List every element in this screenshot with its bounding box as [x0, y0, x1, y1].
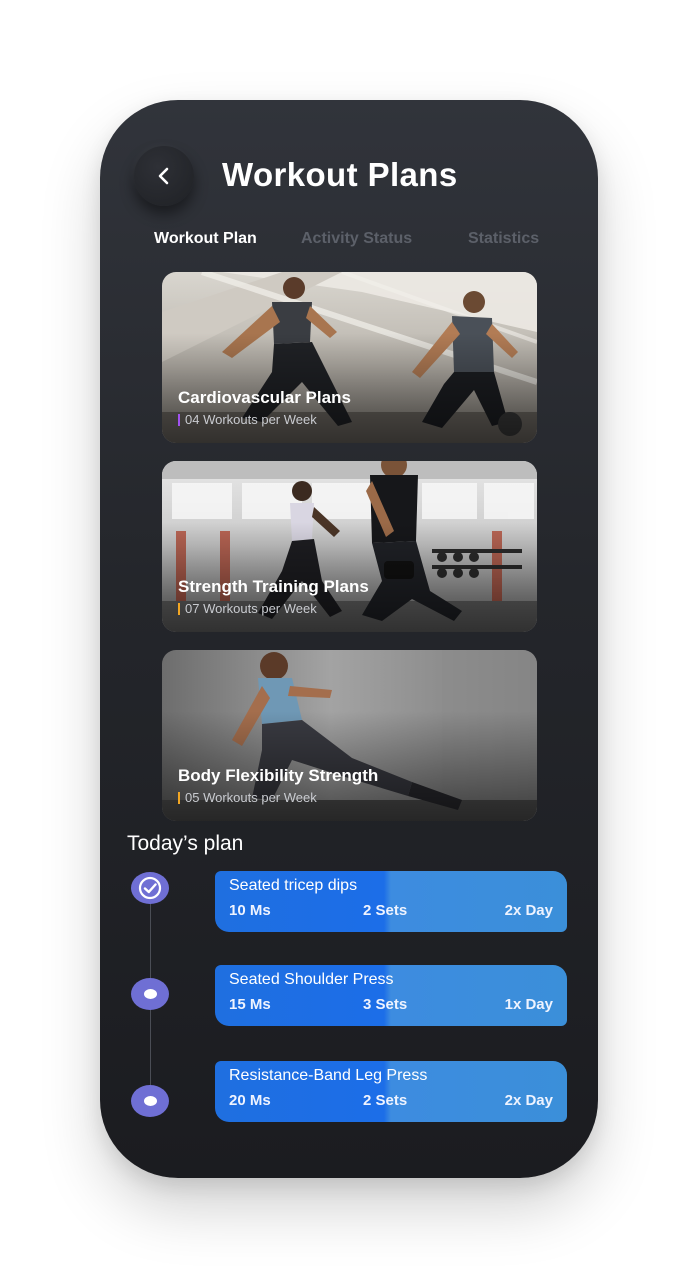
plan-card-cardiovascular[interactable]: Cardiovascular Plans 04 Workouts per Wee… [162, 272, 537, 443]
plan-title: Body Flexibility Strength [178, 766, 379, 785]
timeline-node-done[interactable] [131, 872, 169, 904]
exercise-sets: 2 Sets [363, 1092, 408, 1109]
back-button[interactable] [134, 146, 194, 206]
plan-title: Cardiovascular Plans [178, 388, 351, 407]
tab-statistics[interactable]: Statistics [468, 230, 539, 248]
plan-accent-bar [178, 413, 180, 426]
plan-frequency-text: 07 Workouts per Week [185, 601, 317, 616]
plan-title: Strength Training Plans [178, 577, 369, 596]
plan-card-flexibility[interactable]: Body Flexibility Strength 05 Workouts pe… [162, 650, 537, 821]
todays-plan-heading: Today’s plan [127, 832, 244, 855]
exercise-duration: 20 Ms [229, 1092, 271, 1109]
phone-frame: Workout Plans Workout Plan Activity Stat… [100, 100, 598, 1178]
plan-frequency: 07 Workouts per Week [178, 601, 317, 616]
timeline-node-pending[interactable] [131, 1085, 169, 1117]
exercise-frequency: 2x Day [504, 902, 553, 919]
exercise-name: Resistance-Band Leg Press [229, 1067, 428, 1084]
exercise-card[interactable]: Seated tricep dips 10 Ms 2 Sets 2x Day [215, 871, 567, 932]
exercise-card[interactable]: Seated Shoulder Press 15 Ms 3 Sets 1x Da… [215, 965, 567, 1026]
plan-frequency-text: 04 Workouts per Week [185, 412, 317, 427]
plan-accent-bar [178, 791, 180, 804]
tab-workout-plan[interactable]: Workout Plan [154, 230, 257, 248]
plan-card-strength[interactable]: Strength Training Plans 07 Workouts per … [162, 461, 537, 632]
exercise-sets: 2 Sets [363, 902, 408, 919]
tab-activity-status[interactable]: Activity Status [301, 230, 412, 248]
exercise-duration: 10 Ms [229, 902, 271, 919]
exercise-duration: 15 Ms [229, 996, 271, 1013]
chevron-left-icon [158, 167, 169, 185]
exercise-frequency: 1x Day [504, 996, 553, 1013]
check-circle-icon [138, 876, 162, 900]
exercise-name: Seated Shoulder Press [229, 971, 394, 988]
plan-accent-bar [178, 602, 180, 615]
dot-icon [143, 1096, 157, 1106]
exercise-name: Seated tricep dips [229, 877, 358, 894]
exercise-card[interactable]: Resistance-Band Leg Press 20 Ms 2 Sets 2… [215, 1061, 567, 1122]
plan-frequency: 05 Workouts per Week [178, 790, 317, 805]
plan-frequency: 04 Workouts per Week [178, 412, 317, 427]
dot-icon [143, 989, 157, 999]
page-title: Workout Plans [222, 156, 458, 193]
plan-frequency-text: 05 Workouts per Week [185, 790, 317, 805]
exercise-sets: 3 Sets [363, 996, 408, 1013]
timeline-node-pending[interactable] [131, 978, 169, 1010]
exercise-frequency: 2x Day [504, 1092, 553, 1109]
